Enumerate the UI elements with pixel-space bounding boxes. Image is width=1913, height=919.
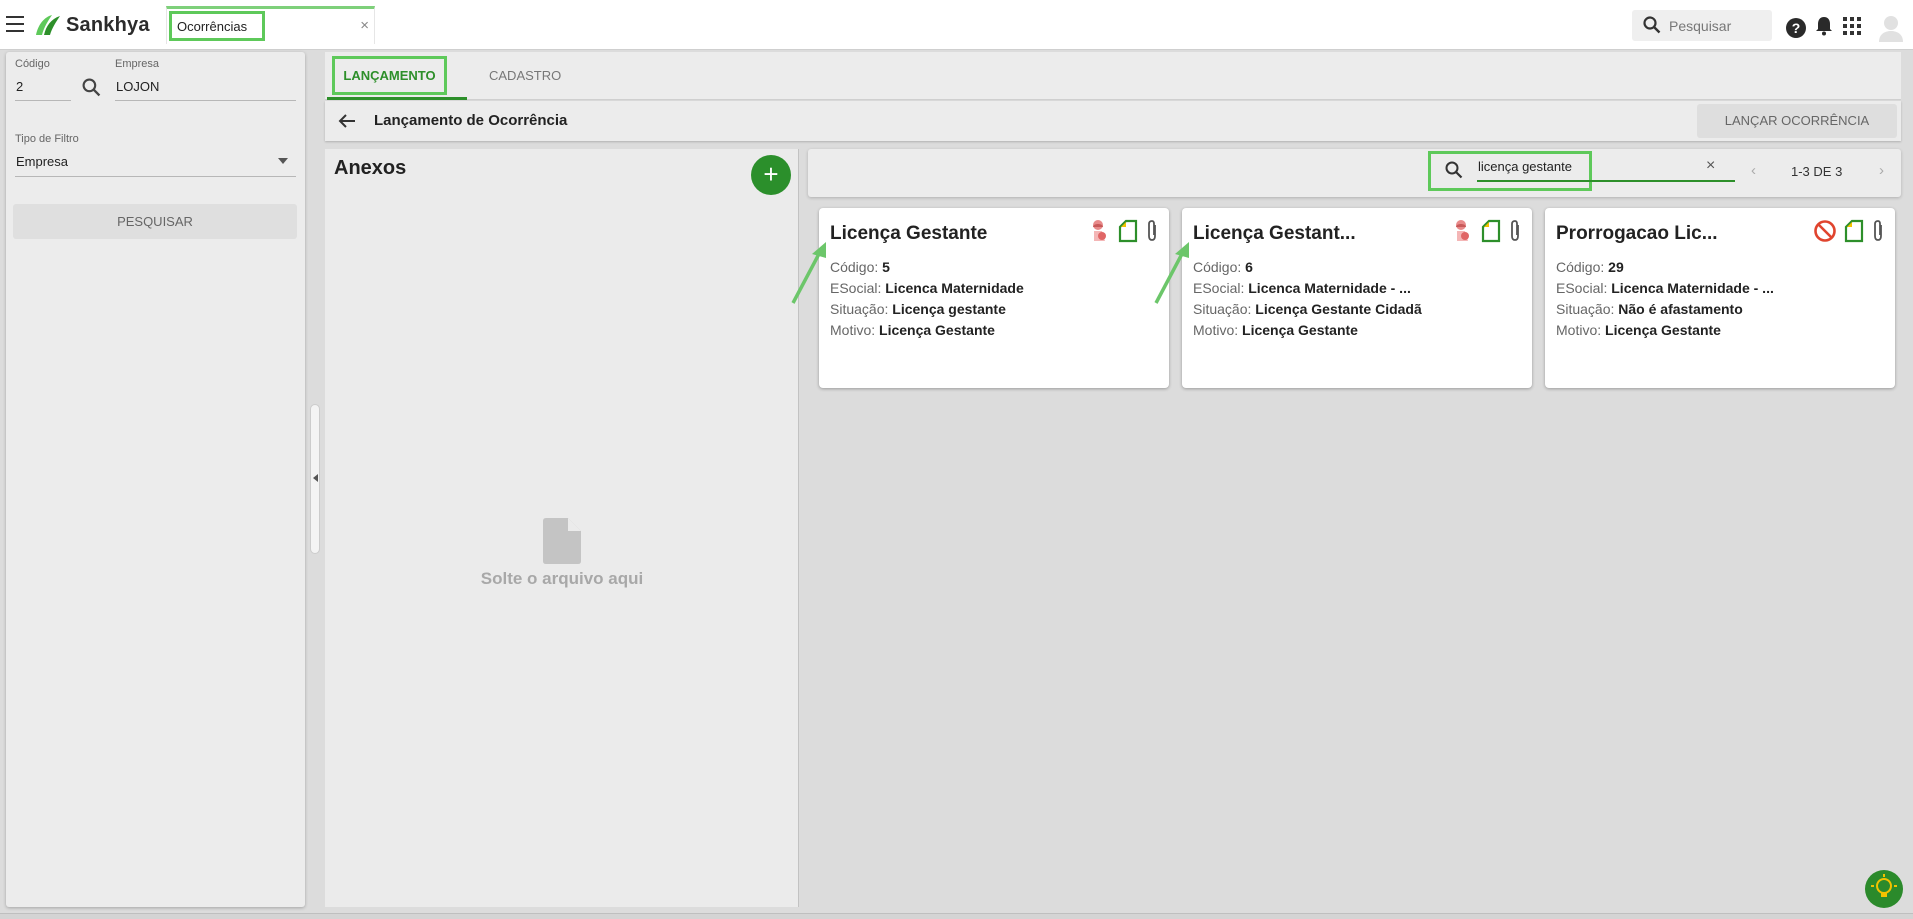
- apps-grid-icon[interactable]: [1842, 16, 1862, 41]
- ocorrencia-card[interactable]: Prorrogacao Lic... Código: 29 ESocial: L…: [1545, 208, 1895, 388]
- add-attachment-button[interactable]: +: [751, 155, 791, 195]
- drop-zone-text[interactable]: Solte o arquivo aqui: [325, 569, 799, 589]
- card-esocial: ESocial: Licenca Maternidade: [830, 280, 1024, 296]
- card-title: Licença Gestant...: [1193, 223, 1356, 244]
- card-esocial: ESocial: Licenca Maternidade - ...: [1556, 280, 1774, 296]
- search-icon: [1643, 16, 1661, 39]
- active-tab-indicator: [327, 97, 467, 100]
- user-avatar-icon[interactable]: [1879, 14, 1903, 42]
- card-search-underline: [1477, 180, 1735, 182]
- codigo-field[interactable]: 2: [16, 79, 23, 94]
- ocorrencia-card[interactable]: Licença Gestant... Código: 6 ESocial: Li…: [1182, 208, 1532, 388]
- chevron-down-icon[interactable]: [278, 158, 288, 164]
- card-icons: [1089, 219, 1159, 248]
- card-filter-bar: licença gestante × ‹ 1-3 DE 3 ›: [808, 149, 1901, 197]
- pager-text: 1-3 DE 3: [1791, 164, 1843, 179]
- card-icons: [1452, 219, 1522, 248]
- global-search-placeholder: Pesquisar: [1669, 18, 1732, 34]
- card-codigo: Código: 6: [1193, 259, 1253, 275]
- next-page-icon[interactable]: ›: [1879, 162, 1884, 179]
- card-situacao: Situação: Não é afastamento: [1556, 301, 1743, 317]
- sankhya-logo[interactable]: Sankhya: [34, 13, 150, 37]
- card-title: Licença Gestante: [830, 223, 988, 244]
- card-motivo: Motivo: Licença Gestante: [1556, 322, 1721, 338]
- tab-cadastro[interactable]: CADASTRO: [489, 68, 561, 83]
- card-codigo: Código: 5: [830, 259, 890, 275]
- ocorrencia-card[interactable]: Licença Gestante Código: 5 ESocial: Lice…: [819, 208, 1169, 388]
- pesquisar-button[interactable]: PESQUISAR: [13, 204, 297, 239]
- card-situacao: Situação: Licença Gestante Cidadã: [1193, 301, 1422, 317]
- filter-panel: Código 2 Empresa LOJON Tipo de Filtro Em…: [6, 52, 305, 907]
- empresa-field[interactable]: LOJON: [116, 79, 159, 94]
- lightbulb-tip-button[interactable]: [1865, 870, 1903, 908]
- search-icon[interactable]: [82, 78, 101, 102]
- card-codigo: Código: 29: [1556, 259, 1624, 275]
- card-search-input[interactable]: licença gestante: [1478, 159, 1572, 174]
- bell-icon[interactable]: [1815, 16, 1833, 41]
- prohibited-icon: [1813, 219, 1837, 248]
- anexos-panel: Anexos + Solte o arquivo aqui: [325, 149, 799, 907]
- empresa-label: Empresa: [115, 58, 160, 70]
- help-icon[interactable]: ?: [1786, 18, 1806, 38]
- back-arrow-icon[interactable]: [338, 113, 356, 134]
- lightbulb-icon: [1871, 874, 1897, 897]
- card-title: Prorrogacao Lic...: [1556, 223, 1718, 244]
- empresa-underline: [115, 100, 296, 101]
- top-icons: ?: [1786, 14, 1903, 42]
- global-search[interactable]: Pesquisar: [1632, 10, 1772, 41]
- sankhya-logo-mark: [34, 13, 62, 37]
- page-title: Lançamento de Ocorrência: [374, 112, 568, 129]
- maternity-icon: [1452, 219, 1474, 248]
- hamburger-icon[interactable]: [6, 16, 24, 32]
- document-icon: [1843, 219, 1865, 248]
- codigo-underline: [15, 100, 71, 101]
- card-motivo: Motivo: Licença Gestante: [1193, 322, 1358, 338]
- attachment-icon[interactable]: [1508, 219, 1522, 248]
- page-header: Lançamento de Ocorrência LANÇAR OCORRÊNC…: [325, 101, 1901, 141]
- top-bar: Sankhya Ocorrências × Pesquisar ?: [0, 0, 1913, 50]
- open-tab[interactable]: Ocorrências ×: [166, 6, 375, 44]
- open-tab-title[interactable]: Ocorrências: [169, 11, 265, 41]
- collapse-panel-handle[interactable]: [310, 404, 320, 554]
- document-icon: [1117, 219, 1139, 248]
- prev-page-icon[interactable]: ‹: [1751, 162, 1756, 179]
- tab-lancamento[interactable]: LANÇAMENTO: [332, 56, 447, 95]
- maternity-icon: [1089, 219, 1111, 248]
- file-icon: [543, 518, 581, 569]
- annotation-arrow-icon: [1153, 242, 1193, 311]
- annotation-arrow-icon: [790, 242, 830, 311]
- bottom-strip: [0, 913, 1913, 919]
- main-tabs: LANÇAMENTO CADASTRO: [325, 52, 1901, 100]
- close-tab-icon[interactable]: ×: [360, 17, 369, 34]
- clear-search-icon[interactable]: ×: [1706, 157, 1715, 175]
- document-icon: [1480, 219, 1502, 248]
- tipo-filtro-select[interactable]: Empresa: [16, 154, 68, 169]
- tipo-filtro-underline: [15, 176, 296, 177]
- search-icon: [1445, 161, 1463, 184]
- card-esocial: ESocial: Licenca Maternidade - ...: [1193, 280, 1411, 296]
- codigo-label: Código: [15, 58, 50, 70]
- attachment-icon[interactable]: [1871, 219, 1885, 248]
- card-motivo: Motivo: Licença Gestante: [830, 322, 995, 338]
- card-situacao: Situação: Licença gestante: [830, 301, 1006, 317]
- tipo-filtro-label: Tipo de Filtro: [15, 133, 79, 145]
- lancar-ocorrencia-button[interactable]: LANÇAR OCORRÊNCIA: [1697, 104, 1897, 138]
- logo-text: Sankhya: [66, 13, 150, 36]
- anexos-title: Anexos: [334, 157, 407, 179]
- card-icons: [1813, 219, 1885, 248]
